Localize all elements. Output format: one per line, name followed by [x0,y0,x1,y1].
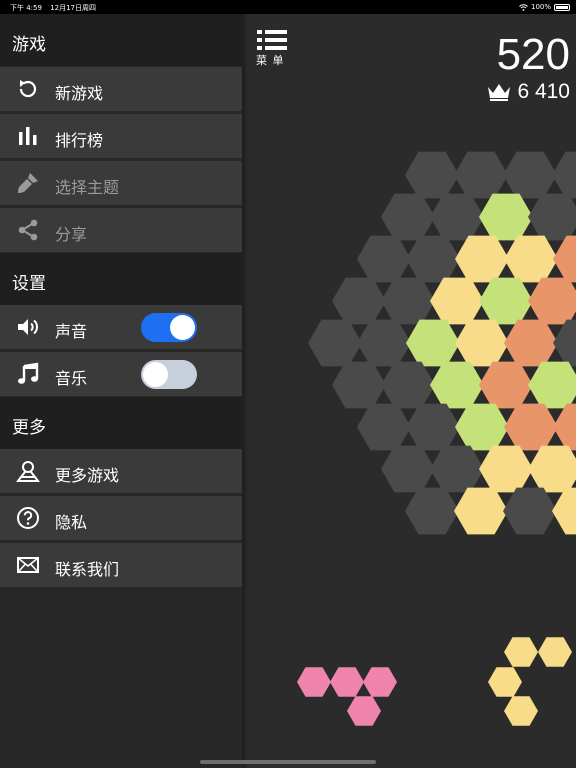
home-indicator [200,760,376,764]
piece-cell[interactable] [538,637,572,667]
piece-cell[interactable] [488,667,522,697]
piece-cell[interactable] [297,667,331,697]
piece-tray[interactable] [0,0,576,768]
piece-cell[interactable] [330,667,364,697]
piece-cell[interactable] [347,696,381,726]
piece-cell[interactable] [363,667,397,697]
piece-cell[interactable] [504,637,538,667]
piece-cell[interactable] [504,696,538,726]
